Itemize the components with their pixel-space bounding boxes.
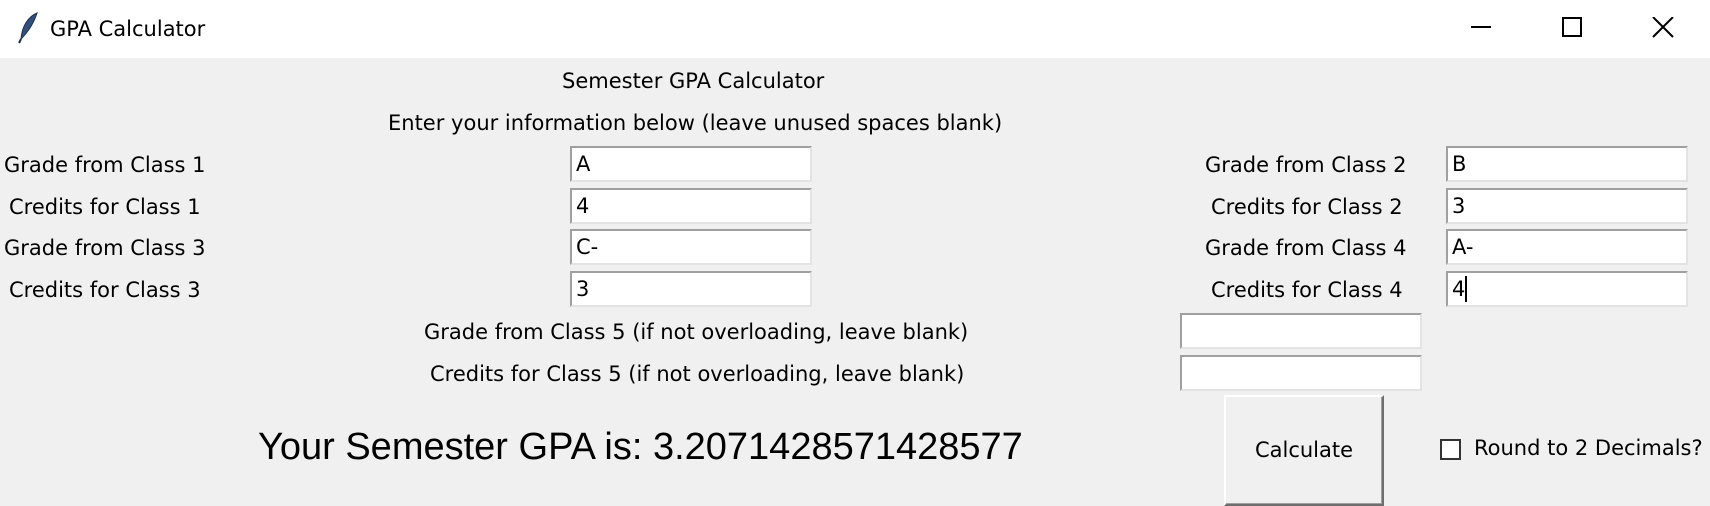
grade-class-3-label: Grade from Class 3 [4, 236, 206, 260]
grade-class-2-input[interactable]: B [1446, 146, 1688, 182]
credits-class-1-label: Credits for Class 1 [9, 195, 201, 219]
credits-class-4-input[interactable]: 4 [1446, 271, 1688, 307]
maximize-button[interactable] [1527, 0, 1617, 58]
gpa-result: Your Semester GPA is: 3.2071428571428577 [258, 426, 1023, 468]
credits-class-3-label: Credits for Class 3 [9, 278, 201, 302]
credits-class-1-input[interactable]: 4 [570, 188, 812, 224]
credits-class-3-input[interactable]: 3 [570, 271, 812, 307]
credits-class-4-value: 4 [1452, 277, 1466, 301]
minimize-button[interactable] [1436, 0, 1526, 58]
maximize-icon [1562, 17, 1582, 37]
close-icon [1652, 17, 1674, 38]
round-checkbox-label[interactable]: Round to 2 Decimals? [1474, 436, 1703, 460]
calculate-button[interactable]: Calculate [1224, 395, 1384, 506]
title-bar: GPA Calculator [0, 0, 1710, 58]
credits-class-5-label: Credits for Class 5 (if not overloading,… [430, 362, 965, 386]
feather-icon [18, 12, 38, 44]
window-title: GPA Calculator [50, 17, 206, 41]
text-cursor [1465, 276, 1468, 302]
grade-class-3-input[interactable]: C- [570, 229, 812, 265]
credits-class-5-input[interactable] [1180, 355, 1422, 391]
round-checkbox[interactable] [1440, 439, 1461, 460]
close-button[interactable] [1618, 0, 1708, 58]
grade-class-5-input[interactable] [1180, 313, 1422, 349]
grade-class-5-label: Grade from Class 5 (if not overloading, … [424, 320, 969, 344]
page-title: Semester GPA Calculator [562, 69, 825, 93]
grade-class-4-input[interactable]: A- [1446, 229, 1688, 265]
credits-class-2-label: Credits for Class 2 [1211, 195, 1403, 219]
credits-class-4-label: Credits for Class 4 [1211, 278, 1403, 302]
grade-class-4-label: Grade from Class 4 [1205, 236, 1407, 260]
grade-class-2-label: Grade from Class 2 [1205, 153, 1407, 177]
credits-class-2-input[interactable]: 3 [1446, 188, 1688, 224]
grade-class-1-input[interactable]: A [570, 146, 812, 182]
instructions-label: Enter your information below (leave unus… [388, 111, 1003, 135]
minimize-icon [1471, 26, 1491, 28]
grade-class-1-label: Grade from Class 1 [4, 153, 206, 177]
